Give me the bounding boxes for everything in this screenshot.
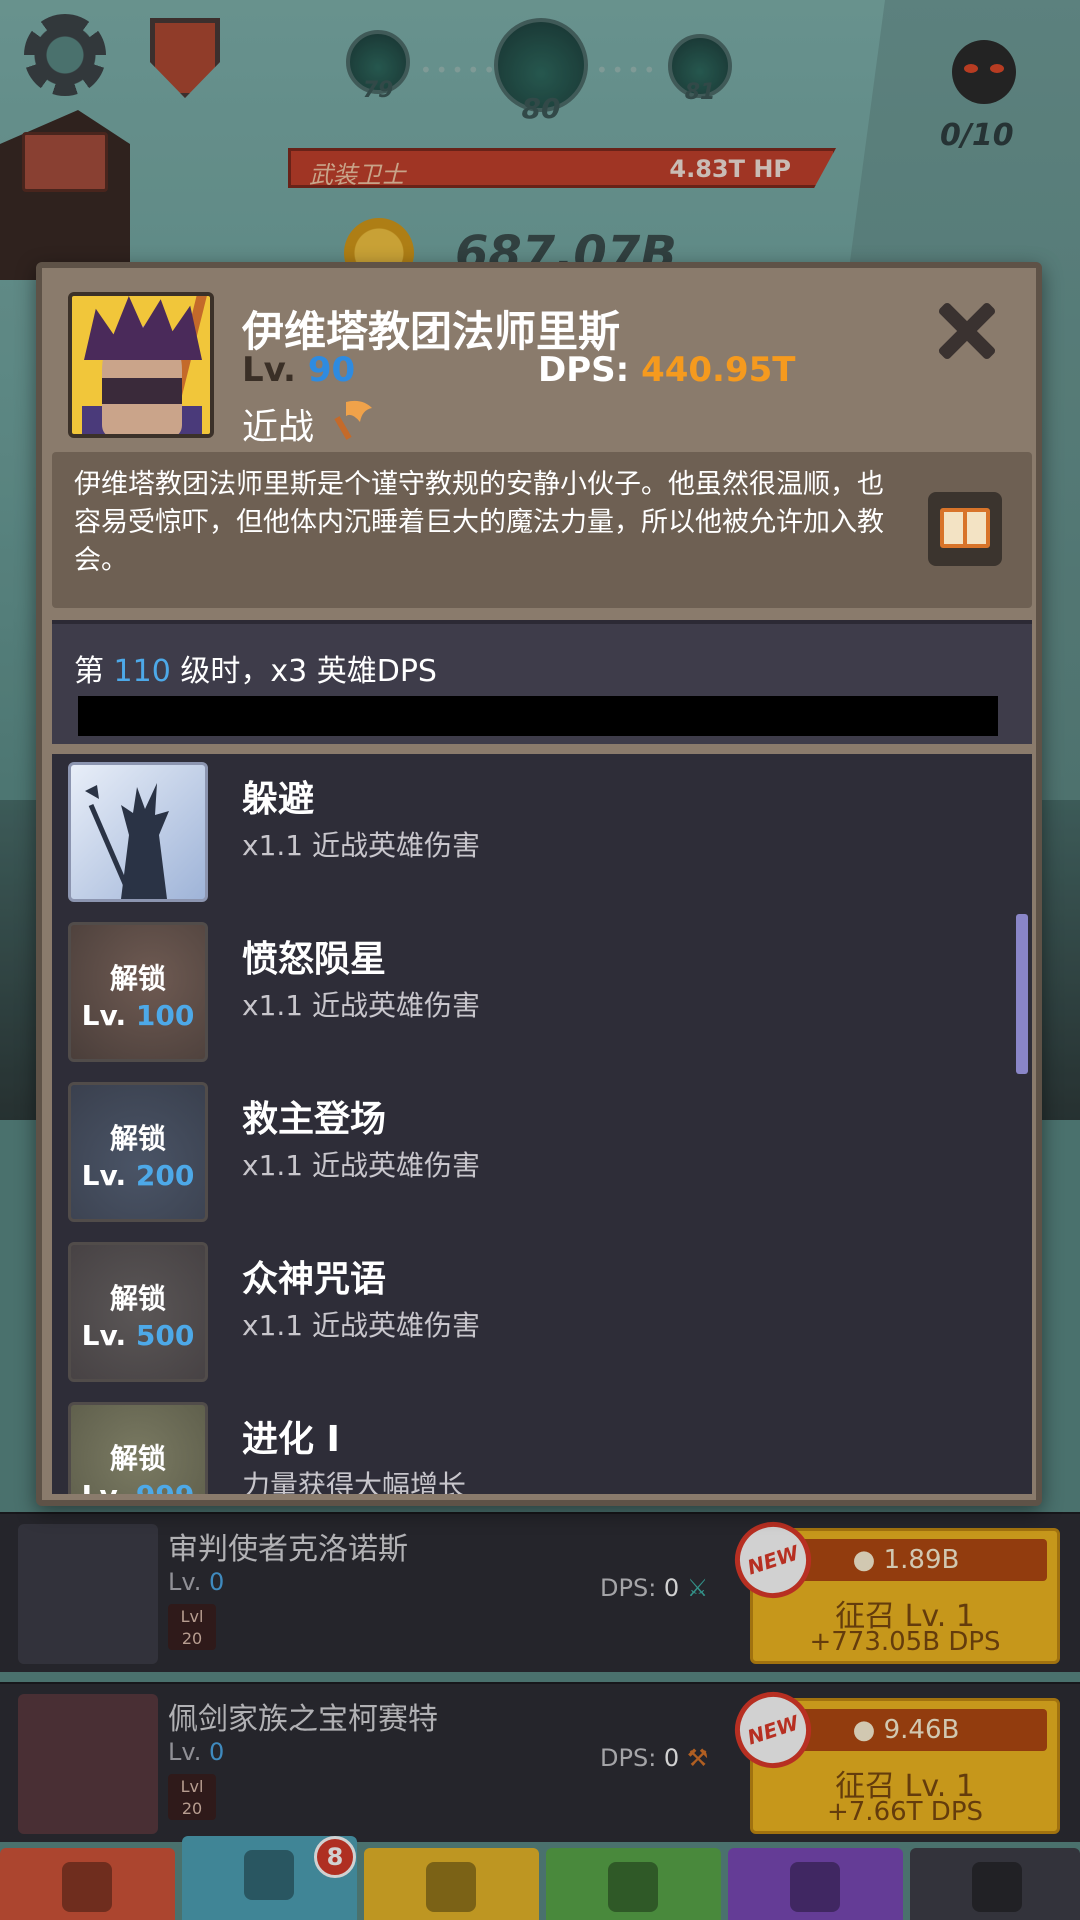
skill-name: 进化 I	[242, 1419, 340, 1460]
hero-description: 伊维塔教团法师里斯是个谨守教规的安静小伙子。他虽然很温顺，也容易受惊吓，但他体内…	[74, 469, 884, 576]
hero-class: 近战	[242, 407, 315, 448]
skill-meteor-icon: 解锁 Lv. 100	[68, 922, 208, 1062]
silhouette-icon	[85, 783, 169, 899]
unlock-level: Lv. 100	[81, 999, 195, 1032]
hero-dps: DPS: 440.95T	[538, 350, 796, 390]
unlock-label: 解锁	[109, 1122, 166, 1155]
milestone-text: 第 110 级时，x3 英雄DPS	[74, 654, 437, 689]
close-icon[interactable]	[932, 296, 1002, 366]
skill-row[interactable]: 解锁 Lv. 200 救主登场 x1.1 近战英雄伤害	[52, 1074, 1012, 1234]
skill-description: x1.1 近战英雄伤害	[242, 1149, 481, 1182]
skill-list-scrollbar[interactable]	[1016, 914, 1028, 1074]
hero-description-box: 伊维塔教团法师里斯是个谨守教规的安静小伙子。他虽然很温顺，也容易受惊吓，但他体内…	[52, 452, 1032, 608]
skill-evolution-icon: 解锁 Lv. 999	[68, 1402, 208, 1494]
skill-name: 愤怒陨星	[242, 939, 387, 980]
skill-name: 躲避	[242, 779, 315, 820]
milestone-progress-bar	[78, 696, 998, 736]
hero-detail-popup: 伊维塔教团法师里斯 Lv. 90 DPS: 440.95T 近战 伊维塔教团法师…	[36, 262, 1042, 1506]
skill-row[interactable]: 解锁 Lv. 999 进化 I 力量获得大幅增长	[52, 1394, 1012, 1494]
skill-savior-icon: 解锁 Lv. 200	[68, 1082, 208, 1222]
hero-portrait	[68, 292, 214, 438]
skill-name: 救主登场	[242, 1099, 387, 1140]
unlock-label: 解锁	[109, 1282, 166, 1315]
skill-row[interactable]: 躲避 x1.1 近战英雄伤害	[52, 754, 1012, 914]
milestone-box: 第 110 级时，x3 英雄DPS	[52, 620, 1032, 744]
unlock-label: 解锁	[109, 1442, 166, 1475]
unlock-level: Lv. 500	[81, 1319, 195, 1352]
skill-name: 众神咒语	[242, 1259, 387, 1300]
unlock-label: 解锁	[109, 962, 166, 995]
unlock-level: Lv. 200	[81, 1159, 195, 1192]
skill-description: 力量获得大幅增长	[242, 1469, 467, 1494]
lore-book-button[interactable]	[928, 492, 1002, 566]
hero-level: Lv. 90	[242, 350, 356, 390]
skill-description: x1.1 近战英雄伤害	[242, 1309, 481, 1342]
skill-dodge-icon	[68, 762, 208, 902]
unlock-level: Lv. 999	[71, 1479, 205, 1494]
melee-axe-icon	[334, 400, 372, 440]
skill-list[interactable]: 躲避 x1.1 近战英雄伤害 解锁 Lv. 100 愤怒陨星 x1.1 近战英雄…	[52, 754, 1032, 1494]
skill-god-spell-icon: 解锁 Lv. 500	[68, 1242, 208, 1382]
skill-description: x1.1 近战英雄伤害	[242, 829, 481, 862]
skill-row[interactable]: 解锁 Lv. 500 众神咒语 x1.1 近战英雄伤害	[52, 1234, 1012, 1394]
skill-row[interactable]: 解锁 Lv. 100 愤怒陨星 x1.1 近战英雄伤害	[52, 914, 1012, 1074]
skill-description: x1.1 近战英雄伤害	[242, 989, 481, 1022]
book-icon	[940, 508, 990, 548]
